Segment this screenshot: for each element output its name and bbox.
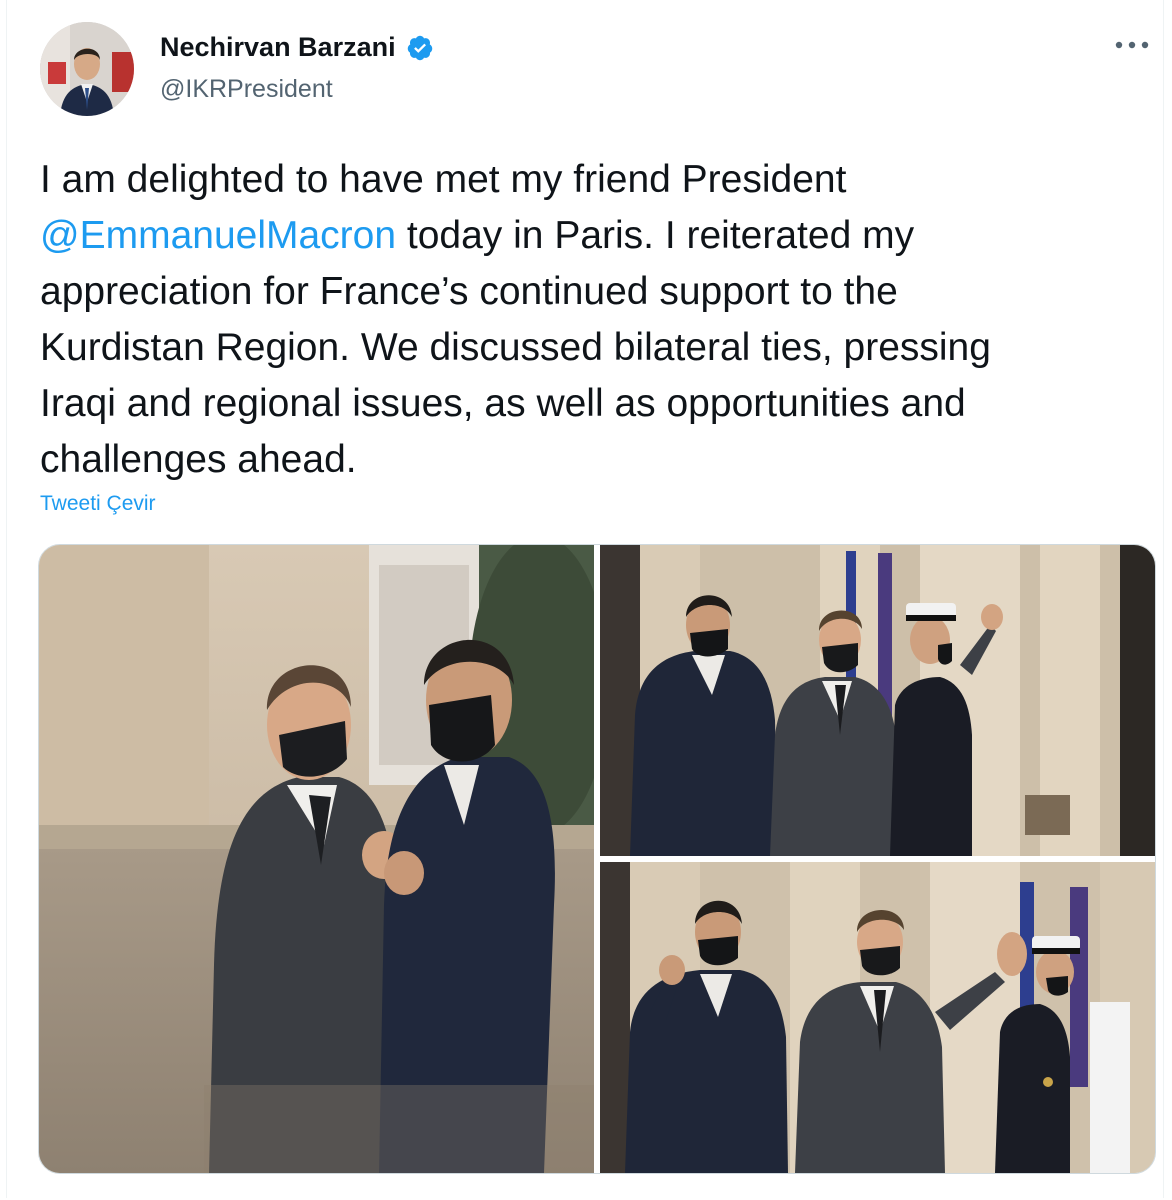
- photo-thumbs-up[interactable]: [600, 545, 1155, 856]
- mention-link[interactable]: @EmmanuelMacron: [40, 214, 396, 257]
- photo-elbow-bump[interactable]: [39, 545, 594, 1173]
- tweet-text: I am delighted to have met my friend Pre…: [40, 152, 1140, 488]
- author-name-row[interactable]: Nechirvan Barzani: [160, 32, 434, 63]
- verified-badge-icon: [407, 35, 432, 60]
- author-handle[interactable]: @IKRPresident: [160, 75, 333, 104]
- avatar[interactable]: [40, 22, 134, 116]
- photo-waving[interactable]: [600, 862, 1155, 1173]
- author-name[interactable]: Nechirvan Barzani: [160, 32, 396, 63]
- tweet-text-part-1: I am delighted to have met my friend Pre…: [40, 158, 847, 201]
- more-horizontal-icon[interactable]: [1114, 26, 1150, 56]
- media-grid: [38, 544, 1156, 1174]
- translate-tweet-link[interactable]: Tweeti Çevir: [40, 492, 156, 516]
